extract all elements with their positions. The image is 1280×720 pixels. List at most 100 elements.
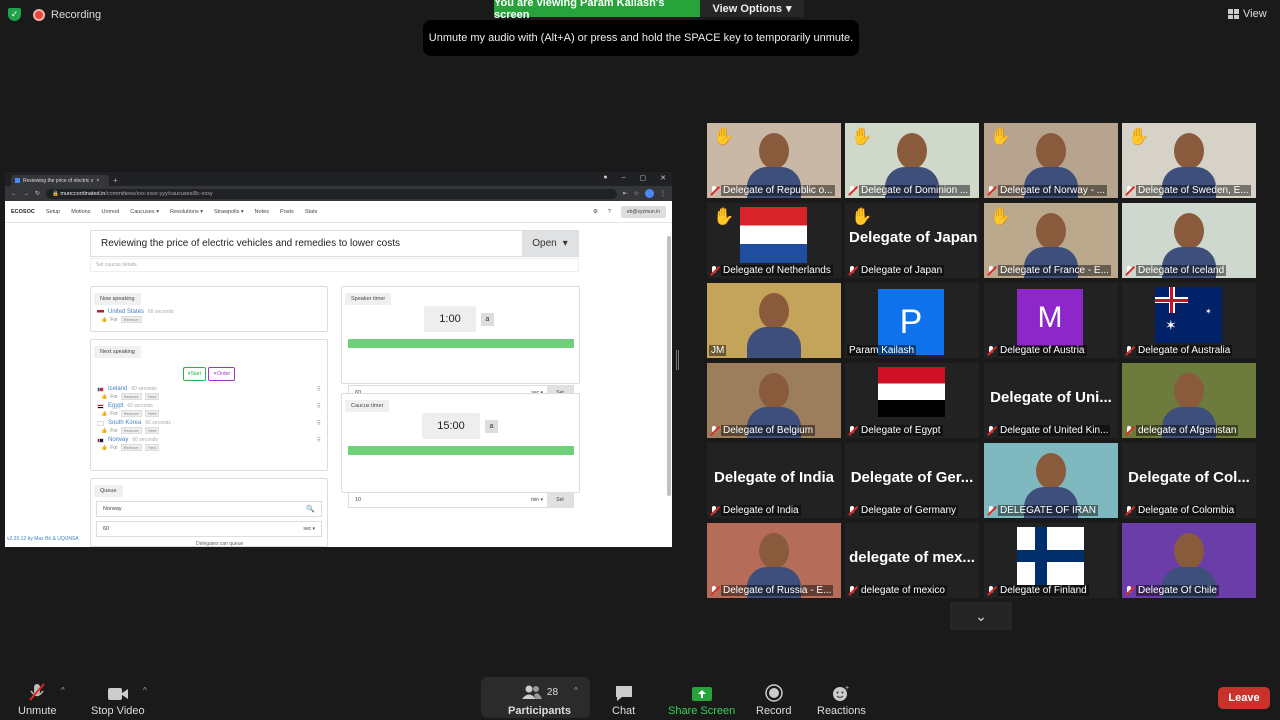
recording-indicator[interactable]: Recording	[33, 8, 101, 21]
participant-tile[interactable]: Delegate of Finland	[984, 523, 1118, 598]
nav-item[interactable]: Motions	[71, 209, 90, 215]
help-icon[interactable]: ?	[608, 209, 611, 215]
remove-tag[interactable]: Remove	[120, 316, 142, 323]
remove-tag[interactable]: Remove	[120, 427, 142, 434]
new-tab-icon[interactable]: +	[113, 175, 118, 186]
close-tab-icon[interactable]: ×	[96, 178, 99, 184]
participant-tile[interactable]: Delegate of Russia - E...	[707, 523, 841, 598]
caucus-timer-unit-button[interactable]: a	[485, 420, 498, 433]
record-button[interactable]: Record	[756, 682, 791, 717]
participant-tile[interactable]: M Delegate of Austria	[984, 283, 1118, 358]
caucus-details-field[interactable]: Set caucus details	[90, 258, 579, 272]
more-participants-button[interactable]: ⌄	[950, 602, 1012, 630]
drag-handle-icon[interactable]: ⠿	[317, 403, 321, 410]
stop-video-button[interactable]: Stop Video	[91, 682, 145, 717]
page-scrollbar[interactable]	[667, 236, 671, 496]
participant-tile[interactable]: Delegate of Iceland	[1122, 203, 1256, 278]
address-bar[interactable]: 🔒 munccordinated.in/committees/xxx-xxxx-…	[46, 188, 617, 199]
participant-tile[interactable]: ✋ Delegate of Sweden, E...	[1122, 123, 1256, 198]
start-button[interactable]: ⏵Start	[182, 367, 207, 381]
caucus-timer-display[interactable]: 15:00	[422, 413, 480, 439]
audio-options-caret-icon[interactable]: ^	[61, 686, 65, 695]
yield-tag[interactable]: Yield	[144, 393, 160, 400]
participant-tile[interactable]: JM	[707, 283, 841, 358]
speaker-timer-unit-button[interactable]: a	[481, 313, 494, 326]
share-icon[interactable]: ⇤	[623, 190, 628, 197]
browser-tab[interactable]: Reviewing the price of electric v ×	[11, 175, 109, 186]
participant-tile[interactable]: Delegate of Egypt	[845, 363, 979, 438]
nav-item[interactable]: Posts	[280, 209, 294, 215]
bookmark-star-icon[interactable]: ☆	[634, 190, 639, 197]
participant-tile[interactable]: ✋ Delegate of Netherlands	[707, 203, 841, 278]
app-footer[interactable]: v2.20.12 by Max Bö & UQUNSA	[7, 536, 79, 542]
view-button[interactable]: View	[1228, 8, 1267, 20]
speaker-timer-display[interactable]: 1:00	[424, 306, 476, 332]
caucus-duration-input[interactable]: 10 min ▾ Set	[348, 492, 574, 508]
delegates-queue-toggle[interactable]: Delegates can queue	[91, 541, 327, 547]
participant-tile[interactable]: ✶ ✶ Delegate of Australia	[1122, 283, 1256, 358]
yield-tag[interactable]: Yield	[144, 444, 160, 451]
tab-search-icon[interactable]: ●	[603, 174, 607, 182]
order-button[interactable]: ✕Order	[208, 367, 236, 381]
participants-caret-icon[interactable]: ^	[574, 686, 578, 695]
participant-tile[interactable]: Delegate of Col... Delegate of Colombia	[1122, 443, 1256, 518]
drag-handle-icon[interactable]: ⠿	[317, 437, 321, 444]
chat-button[interactable]: Chat	[612, 682, 635, 717]
nav-item[interactable]: Resolutions ▾	[170, 209, 203, 215]
profile-avatar-icon[interactable]	[645, 189, 654, 198]
queue-country-input[interactable]: Norway 🔍	[96, 501, 322, 517]
remove-tag[interactable]: Remove	[120, 393, 142, 400]
maximize-icon[interactable]: ▢	[640, 174, 647, 182]
view-options-button[interactable]: View Options ▾	[700, 0, 804, 17]
participant-tile[interactable]: DELEGATE OF IRAN	[984, 443, 1118, 518]
queue-speaker-name[interactable]: Iceland	[108, 386, 127, 392]
yield-tag[interactable]: Yield	[144, 427, 160, 434]
participant-tile[interactable]: Delegate of India Delegate of India	[707, 443, 841, 518]
nav-item[interactable]: Setup	[46, 209, 60, 215]
forward-icon[interactable]: →	[23, 191, 29, 197]
caucus-set-button[interactable]: Set	[547, 493, 573, 507]
back-icon[interactable]: ←	[11, 191, 17, 197]
share-screen-button[interactable]: Share Screen	[668, 682, 735, 717]
participant-tile[interactable]: delegate of Afgsnistan	[1122, 363, 1256, 438]
reactions-button[interactable]: + Reactions	[817, 682, 866, 717]
nav-item[interactable]: Stats	[305, 209, 318, 215]
now-speaker-name[interactable]: United States	[108, 309, 144, 315]
remove-tag[interactable]: Remove	[120, 444, 142, 451]
participant-tile[interactable]: Delegate of Ger... Delegate of Germany	[845, 443, 979, 518]
thumbs-up-icon[interactable]: 👍	[101, 428, 107, 434]
remove-tag[interactable]: Remove	[120, 410, 142, 417]
leave-button[interactable]: Leave	[1218, 687, 1270, 709]
participant-tile[interactable]: Delegate of Uni... Delegate of United Kin…	[984, 363, 1118, 438]
thumbs-up-icon[interactable]: 👍	[101, 411, 107, 417]
security-shield-icon[interactable]: ✓	[8, 8, 21, 21]
browser-menu-icon[interactable]: ⋮	[660, 190, 666, 197]
nav-item[interactable]: Unmod	[101, 209, 119, 215]
participant-tile[interactable]: delegate of mex... delegate of mexico	[845, 523, 979, 598]
nav-item[interactable]: Caucuses ▾	[130, 209, 159, 215]
nav-item[interactable]: ECOSOC	[11, 209, 35, 215]
yield-tag[interactable]: Yield	[144, 410, 160, 417]
queue-speaker-name[interactable]: South Korea	[108, 420, 141, 426]
close-window-icon[interactable]: ✕	[660, 174, 666, 182]
reload-icon[interactable]: ↻	[35, 190, 40, 197]
thumbs-up-icon[interactable]: 👍	[101, 317, 107, 323]
queue-time-input[interactable]: 60 sec ▾	[96, 521, 322, 537]
drag-handle-icon[interactable]: ⠿	[317, 420, 321, 427]
participant-tile[interactable]: ✋ Delegate of Dominion ...	[845, 123, 979, 198]
topic-field[interactable]: Reviewing the price of electric vehicles…	[90, 230, 579, 257]
queue-unit-dropdown[interactable]: sec ▾	[303, 526, 315, 532]
thumbs-up-icon[interactable]: 👍	[101, 445, 107, 451]
participant-tile[interactable]: Delegate Of Chile	[1122, 523, 1256, 598]
unmute-button[interactable]: Unmute	[18, 682, 57, 717]
caucus-unit-dropdown[interactable]: min ▾	[531, 497, 543, 503]
queue-speaker-name[interactable]: Egypt	[108, 403, 123, 409]
participant-tile[interactable]: Delegate of Japan ✋ Delegate of Japan	[845, 203, 979, 278]
participant-tile[interactable]: P Param Kailash	[845, 283, 979, 358]
nav-item[interactable]: Strawpolls ▾	[214, 209, 244, 215]
settings-icon[interactable]: ⚙	[593, 209, 598, 215]
participants-button[interactable]: 28 Participants	[508, 682, 571, 717]
participant-tile[interactable]: ✋ Delegate of France - E...	[984, 203, 1118, 278]
participant-tile[interactable]: ✋ Delegate of Norway - ...	[984, 123, 1118, 198]
participant-tile[interactable]: ✋ Delegate of Republic o...	[707, 123, 841, 198]
